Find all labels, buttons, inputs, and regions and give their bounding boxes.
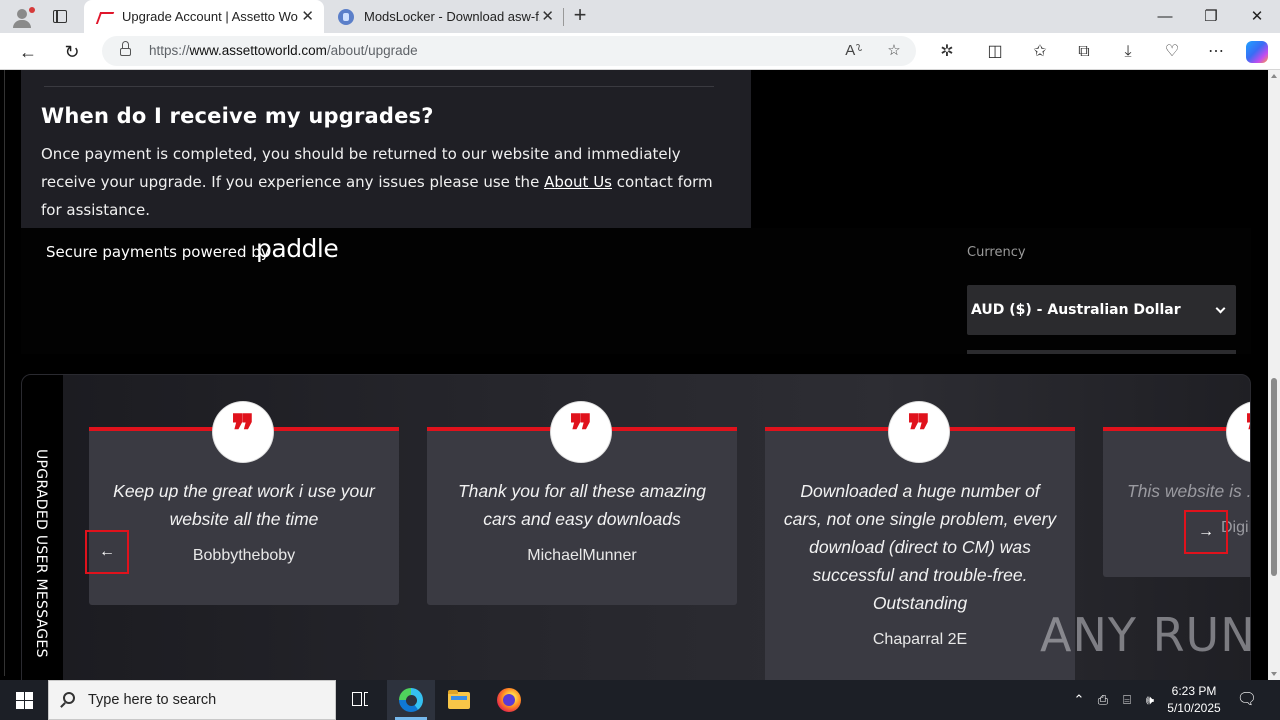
quote-icon: ❞ (889, 402, 949, 462)
url-path: /about/upgrade (326, 43, 418, 58)
prev-testimonial-button[interactable]: ← (85, 530, 129, 574)
address-toolbar: ← ↻ https://www.assettoworld.com/about/u… (0, 33, 1280, 70)
testimonial-card: ❞ Downloaded a huge number of cars, not … (765, 402, 1075, 680)
system-clock[interactable]: 6:23 PM 5/10/2025 (1158, 683, 1230, 717)
notifications-icon[interactable]: 🗨 (1234, 680, 1260, 720)
split-screen-icon[interactable]: ◫ (981, 39, 1009, 65)
clock-time: 6:23 PM (1171, 684, 1217, 698)
faq-answer: Once payment is completed, you should be… (41, 140, 731, 224)
testimonial-message: Keep up the great work i use your websit… (113, 481, 375, 529)
favorites-icon[interactable]: ✩ (1026, 39, 1054, 65)
tab-modslocker[interactable]: ModsLocker - Download asw-f1- ✕ (326, 0, 564, 33)
testimonial-message: Thank you for all these amazing cars and… (457, 481, 707, 529)
tab-close-icon[interactable]: ✕ (301, 0, 314, 33)
url-scheme: https:// (149, 43, 190, 58)
tab-title: ModsLocker - Download asw-f1- (364, 9, 540, 24)
scroll-up-icon[interactable] (1271, 74, 1277, 78)
show-hidden-icons-chevron-icon[interactable]: ⌃ (1068, 680, 1090, 720)
about-us-link[interactable]: About Us (544, 173, 612, 191)
faq-title: When do I receive my upgrades? (41, 104, 434, 128)
quote-icon: ❞ (551, 402, 611, 462)
network-icon[interactable]: ⌸ (1116, 680, 1138, 720)
testimonial-author: MichaelMunner (527, 547, 637, 564)
watermark-text: ANY RUN (1040, 608, 1256, 662)
paddle-logo: paddle (256, 234, 339, 263)
clock-date: 5/10/2025 (1167, 701, 1221, 715)
scroll-down-icon[interactable] (1271, 672, 1277, 676)
testimonial-message: Downloaded a huge number of cars, not on… (783, 481, 1057, 613)
extensions-icon[interactable]: ✲ (933, 39, 961, 65)
testimonials-label-strip: UPGRADED USER MESSAGES (22, 375, 63, 680)
testimonial-author: Bobbytheboby (192, 547, 296, 564)
task-view-icon[interactable] (336, 680, 384, 720)
chevron-down-icon (1215, 303, 1226, 314)
file-explorer-icon[interactable] (435, 680, 483, 720)
back-button[interactable]: ← (14, 39, 42, 65)
testimonials-section-label: UPGRADED USER MESSAGES (33, 449, 49, 658)
quote-glyph: ❞ (569, 406, 593, 457)
currency-select[interactable]: AUD ($) - Australian Dollar (967, 285, 1236, 335)
collections-icon[interactable]: ⧉ (1070, 39, 1098, 65)
browser-essentials-icon[interactable]: ♡ (1158, 39, 1186, 65)
arrow-left-icon: ← (99, 543, 115, 560)
tab-bar: Upgrade Account | Assetto World ✕ ModsLo… (0, 0, 1280, 33)
anyrun-watermark: ANY RUN (1040, 608, 1256, 670)
testimonial-card: ❞ Keep up the great work i use your webs… (89, 402, 399, 605)
taskbar-search-input[interactable]: Type here to search (48, 680, 336, 720)
tab-title: Upgrade Account | Assetto World (122, 9, 298, 24)
quote-icon: ❞ (213, 402, 273, 462)
page-viewport: When do I receive my upgrades? Once paym… (0, 70, 1280, 680)
tab-assetto-world[interactable]: Upgrade Account | Assetto World ✕ (84, 0, 324, 33)
device-icon[interactable]: ⎙ (1092, 680, 1114, 720)
downloads-icon[interactable]: ⤓ (1114, 39, 1142, 65)
quote-glyph: ❞ (231, 406, 255, 457)
url-host: www.assettoworld.com (189, 43, 327, 58)
favorite-star-icon[interactable]: ☆ (882, 40, 906, 62)
currency-label: Currency (967, 245, 1026, 260)
reload-button[interactable]: ↻ (58, 39, 86, 65)
currency-selected-value: AUD ($) - Australian Dollar (971, 302, 1181, 318)
settings-more-icon[interactable]: ⋯ (1202, 39, 1230, 65)
arrow-right-icon: → (1198, 523, 1214, 540)
scroll-thumb[interactable] (1271, 378, 1277, 576)
search-icon (63, 692, 75, 704)
address-bar[interactable]: https://www.assettoworld.com/about/upgra… (102, 36, 916, 66)
next-testimonial-button[interactable]: → (1184, 510, 1228, 554)
copilot-icon[interactable] (1246, 41, 1268, 63)
page-scrollbar[interactable] (1268, 70, 1280, 680)
tab-actions-icon[interactable] (46, 6, 74, 28)
assetto-world-favicon-icon (96, 9, 112, 25)
quote-glyph: ❞ (907, 406, 931, 457)
firefox-icon[interactable] (485, 680, 533, 720)
close-window-button[interactable]: ✕ (1234, 0, 1280, 33)
start-button[interactable] (0, 680, 48, 720)
search-placeholder: Type here to search (88, 692, 217, 708)
testimonial-card: ❞ Thank you for all these amazing cars a… (427, 402, 737, 605)
testimonial-author: DigiDe (1221, 519, 1250, 536)
secure-payments-label: Secure payments powered by (46, 243, 270, 261)
modslocker-favicon-icon (338, 9, 354, 25)
profile-icon[interactable] (8, 5, 36, 29)
lock-icon[interactable] (120, 41, 131, 57)
testimonial-card: ❞ This website is ... rea DigiDe (1103, 402, 1251, 577)
new-tab-button[interactable]: + (568, 4, 592, 28)
restore-button[interactable]: ❐ (1188, 0, 1234, 33)
currency-underbar (967, 350, 1236, 354)
faq-divider (44, 86, 714, 87)
quote-icon: ❞ (1227, 402, 1250, 462)
minimize-button[interactable]: — (1142, 0, 1188, 33)
testimonial-author: Chaparral 2E (872, 631, 968, 648)
taskbar: Type here to search ⌃ ⎙ ⌸ 🕪 6:23 PM 5/10… (0, 680, 1280, 720)
tab-close-icon[interactable]: ✕ (541, 0, 554, 33)
url-text[interactable]: https://www.assettoworld.com/about/upgra… (149, 36, 418, 66)
testimonial-message: This website is ... rea (1127, 481, 1251, 501)
quote-glyph: ❞ (1227, 410, 1250, 454)
edge-taskbar-icon[interactable] (387, 680, 435, 720)
tab-separator (563, 8, 564, 26)
read-aloud-icon[interactable]: A⸊ (842, 40, 866, 62)
